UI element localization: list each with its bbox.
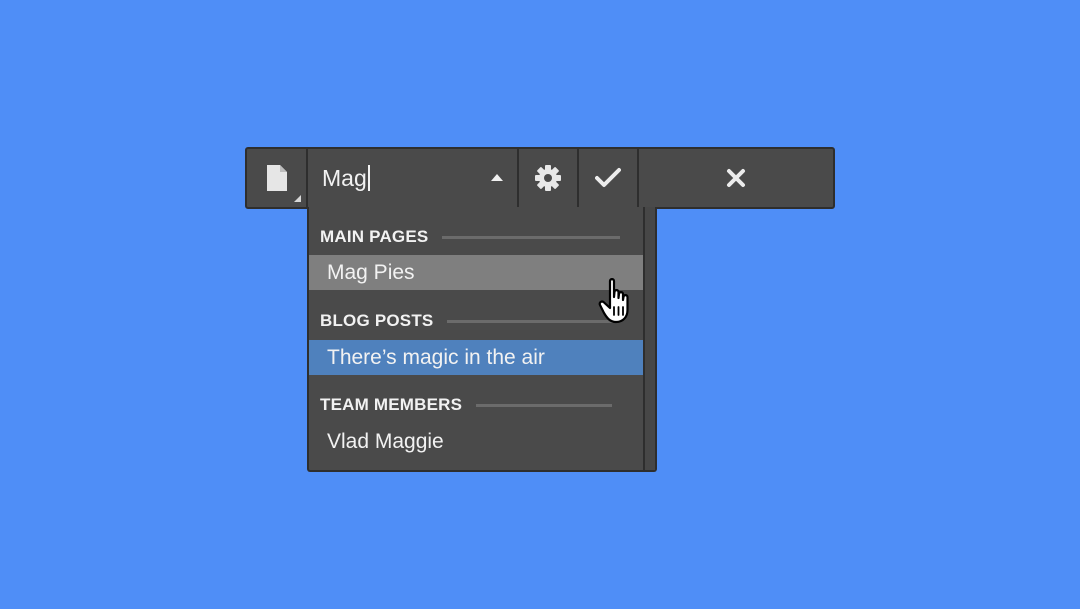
group-divider (476, 403, 613, 407)
settings-button[interactable] (519, 149, 579, 207)
suggestions-dropdown: MAIN PAGES Mag Pies BLOG POSTS There’s m… (307, 207, 657, 472)
group-label: BLOG POSTS (320, 311, 434, 330)
dropdown-scrollbar[interactable] (643, 207, 655, 470)
search-field[interactable]: Mag (308, 149, 519, 207)
hand-pointer-icon (598, 278, 629, 324)
group-header-blog-posts: BLOG POSTS (320, 310, 616, 332)
caret-up-icon[interactable] (490, 174, 503, 181)
confirm-button[interactable] (579, 149, 639, 207)
suggestion-item-vlad-maggie[interactable]: Vlad Maggie (309, 424, 643, 459)
group-label: TEAM MEMBERS (320, 395, 463, 414)
page-icon (266, 165, 287, 191)
close-button[interactable] (639, 149, 834, 207)
suggestion-item-mag-pies[interactable]: Mag Pies (309, 255, 643, 290)
group-divider (442, 235, 621, 239)
group-header-team-members: TEAM MEMBERS (320, 394, 613, 416)
link-picker-toolbar: Mag (245, 147, 835, 209)
gear-icon (534, 165, 561, 191)
page-type-button[interactable] (247, 149, 308, 207)
checkmark-icon (594, 168, 621, 187)
group-header-main-pages: MAIN PAGES (320, 226, 621, 248)
group-label: MAIN PAGES (320, 227, 429, 246)
dropdown-corner-icon (294, 195, 301, 202)
close-icon (726, 169, 745, 187)
text-caret (367, 165, 370, 191)
search-input[interactable]: Mag (322, 165, 367, 192)
group-divider (447, 319, 616, 323)
suggestion-item-magic-post[interactable]: There’s magic in the air (309, 340, 643, 375)
